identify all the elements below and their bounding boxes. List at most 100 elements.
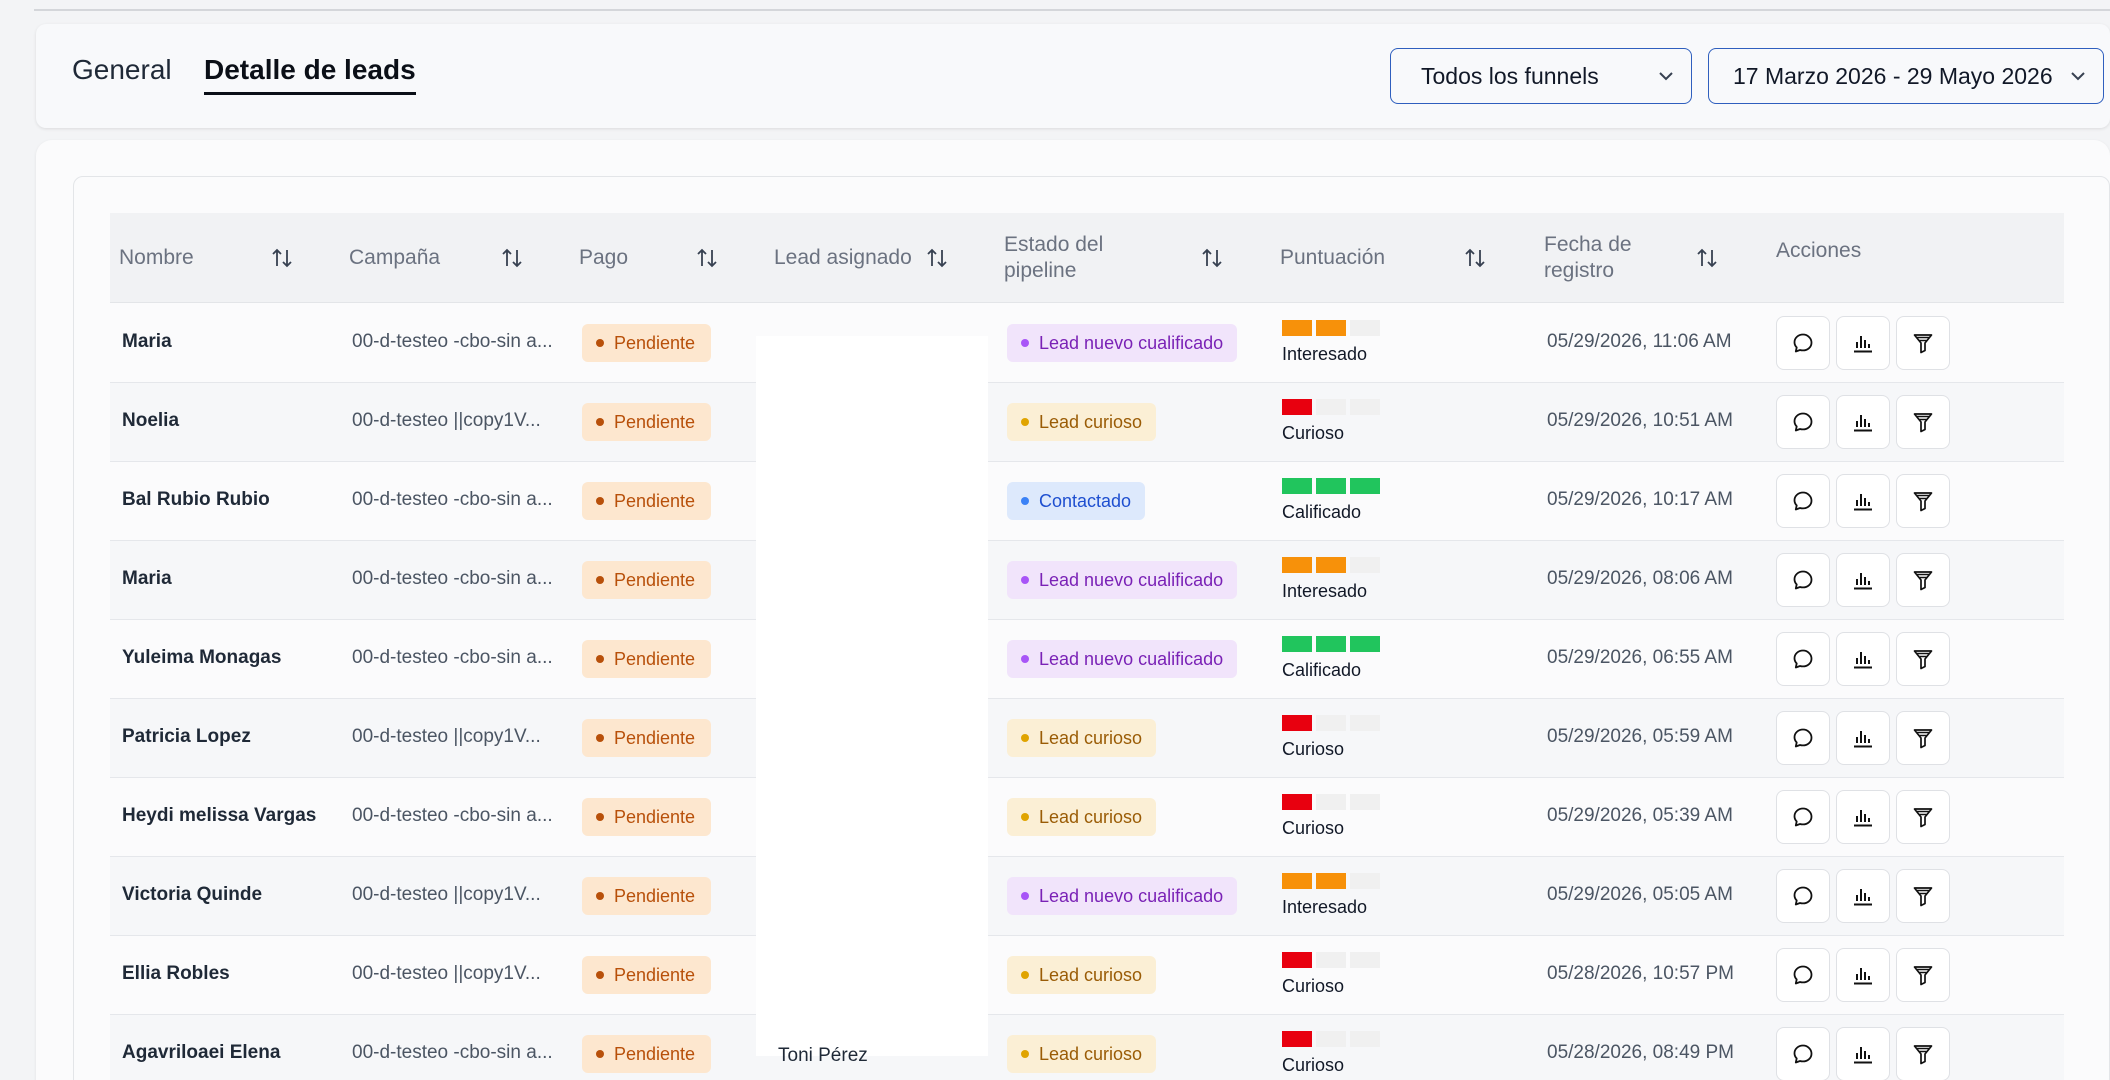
table-row[interactable]: Yuleima Monagas 00-d-testeo -cbo-sin a...… <box>110 620 2064 699</box>
score-segment <box>1350 873 1380 889</box>
campaign-name: 00-d-testeo -cbo-sin a... <box>352 331 553 352</box>
payment-status-badge: Pendiente <box>582 719 712 757</box>
table-row[interactable]: Patricia Lopez 00-d-testeo ||copy1V... Pen… <box>110 699 2064 778</box>
lead-name[interactable]: Ellia Robles <box>122 963 230 985</box>
score-bar <box>1282 873 1380 889</box>
score-segment <box>1316 1031 1346 1047</box>
chat-button[interactable] <box>1776 316 1830 370</box>
bar-chart-icon <box>1854 494 1872 511</box>
score-label: Curioso <box>1282 1055 1345 1075</box>
pipeline-status-badge: Lead nuevo cualificado <box>1007 877 1238 915</box>
date-range-select[interactable]: 17 Marzo 2026 - 29 Mayo 2026 <box>1708 48 2104 104</box>
stats-button[interactable] <box>1836 316 1890 370</box>
funnel-button[interactable] <box>1896 790 1950 844</box>
funnel-select[interactable]: Todos los funnels <box>1390 48 1692 104</box>
chat-button[interactable] <box>1776 1027 1830 1080</box>
stats-button[interactable] <box>1836 474 1890 528</box>
funnel-filter-icon <box>1913 413 1933 433</box>
sort-arrows-icon[interactable] <box>1696 246 1718 270</box>
tab-lead-detail[interactable]: Detalle de leads <box>204 54 416 95</box>
sort-arrows-icon[interactable] <box>696 246 718 270</box>
sort-arrows-icon[interactable] <box>271 246 293 270</box>
score-bar <box>1282 478 1380 494</box>
stats-button[interactable] <box>1836 948 1890 1002</box>
chat-button[interactable] <box>1776 553 1830 607</box>
lead-name[interactable]: Yuleima Monagas <box>122 647 281 669</box>
funnel-filter-icon <box>1913 571 1933 591</box>
score-segment <box>1282 715 1312 731</box>
campaign-name: 00-d-testeo -cbo-sin a... <box>352 805 553 826</box>
lead-name[interactable]: Noelia <box>122 410 179 432</box>
stats-button[interactable] <box>1836 790 1890 844</box>
bar-chart-icon <box>1854 1047 1872 1064</box>
score-segment <box>1350 715 1380 731</box>
funnel-button[interactable] <box>1896 869 1950 923</box>
lead-name[interactable]: Maria <box>122 568 172 590</box>
table-row[interactable]: Heydi melissa Vargas 00-d-testeo -cbo-sin… <box>110 778 2064 857</box>
funnel-button[interactable] <box>1896 711 1950 765</box>
chat-button[interactable] <box>1776 790 1830 844</box>
chat-bubble-icon <box>1793 570 1813 590</box>
pipeline-status-badge: Lead curioso <box>1007 719 1157 757</box>
score-label: Interesado <box>1282 344 1368 364</box>
score-segment <box>1316 320 1346 336</box>
lead-name[interactable]: Bal Rubio Rubio <box>122 489 270 511</box>
chat-button[interactable] <box>1776 869 1830 923</box>
chat-button[interactable] <box>1776 395 1830 449</box>
score-bar <box>1282 320 1380 336</box>
score-label: Interesado <box>1282 897 1368 917</box>
lead-name[interactable]: Agavriloaei Elena <box>122 1042 280 1064</box>
chat-button[interactable] <box>1776 711 1830 765</box>
payment-status-badge: Pendiente <box>582 561 712 599</box>
stats-button[interactable] <box>1836 553 1890 607</box>
table-row[interactable]: Agavriloaei Elena 00-d-testeo -cbo-sin a.… <box>110 1015 2064 1080</box>
funnel-button[interactable] <box>1896 553 1950 607</box>
table-row[interactable]: Maria 00-d-testeo -cbo-sin a... Pendiente L… <box>110 541 2064 620</box>
sort-arrows-icon[interactable] <box>926 246 948 270</box>
score-label: Curioso <box>1282 976 1345 996</box>
lead-name[interactable]: Maria <box>122 331 172 353</box>
stats-button[interactable] <box>1836 1027 1890 1080</box>
funnel-button[interactable] <box>1896 948 1950 1002</box>
score-label: Curioso <box>1282 818 1345 838</box>
sort-arrows-icon[interactable] <box>1201 246 1223 270</box>
table-row[interactable]: Bal Rubio Rubio 00-d-testeo -cbo-sin a...… <box>110 462 2064 541</box>
score-segment <box>1350 794 1380 810</box>
registration-date: 05/29/2026, 10:51 AM <box>1547 410 1733 431</box>
col-assigned: Lead asignado <box>774 246 912 269</box>
table-row[interactable]: Victoria Quinde 00-d-testeo ||copy1V... Pe… <box>110 857 2064 936</box>
table-row[interactable]: Noelia 00-d-testeo ||copy1V... Pendiente Le… <box>110 383 2064 462</box>
stats-button[interactable] <box>1836 711 1890 765</box>
chat-button[interactable] <box>1776 632 1830 686</box>
funnel-button[interactable] <box>1896 1027 1950 1080</box>
payment-status-badge: Pendiente <box>582 877 712 915</box>
tab-general[interactable]: General <box>72 54 172 86</box>
payment-status-badge: Pendiente <box>582 482 712 520</box>
chat-button[interactable] <box>1776 474 1830 528</box>
chat-bubble-icon <box>1793 807 1813 827</box>
funnel-filter-icon <box>1913 334 1933 354</box>
table-row[interactable]: Maria 00-d-testeo -cbo-sin a... Pendiente L… <box>110 304 2064 383</box>
stats-button[interactable] <box>1836 395 1890 449</box>
bar-chart-icon <box>1854 889 1872 906</box>
chat-bubble-icon <box>1793 1044 1813 1064</box>
sort-arrows-icon[interactable] <box>501 246 523 270</box>
lead-name[interactable]: Victoria Quinde <box>122 884 262 906</box>
table-row[interactable]: Ellia Robles 00-d-testeo ||copy1V... Pendi… <box>110 936 2064 1015</box>
funnel-button[interactable] <box>1896 316 1950 370</box>
score-bar <box>1282 557 1380 573</box>
stats-button[interactable] <box>1836 869 1890 923</box>
chat-button[interactable] <box>1776 948 1830 1002</box>
lead-name[interactable]: Heydi melissa Vargas <box>122 805 316 827</box>
score-segment <box>1350 952 1380 968</box>
funnel-button[interactable] <box>1896 395 1950 449</box>
funnel-filter-icon <box>1913 808 1933 828</box>
funnel-button[interactable] <box>1896 632 1950 686</box>
sort-arrows-icon[interactable] <box>1464 246 1486 270</box>
stats-button[interactable] <box>1836 632 1890 686</box>
score-segment <box>1316 557 1346 573</box>
score-label: Curioso <box>1282 739 1345 759</box>
lead-name[interactable]: Patricia Lopez <box>122 726 251 748</box>
funnel-filter-icon <box>1913 729 1933 749</box>
funnel-button[interactable] <box>1896 474 1950 528</box>
